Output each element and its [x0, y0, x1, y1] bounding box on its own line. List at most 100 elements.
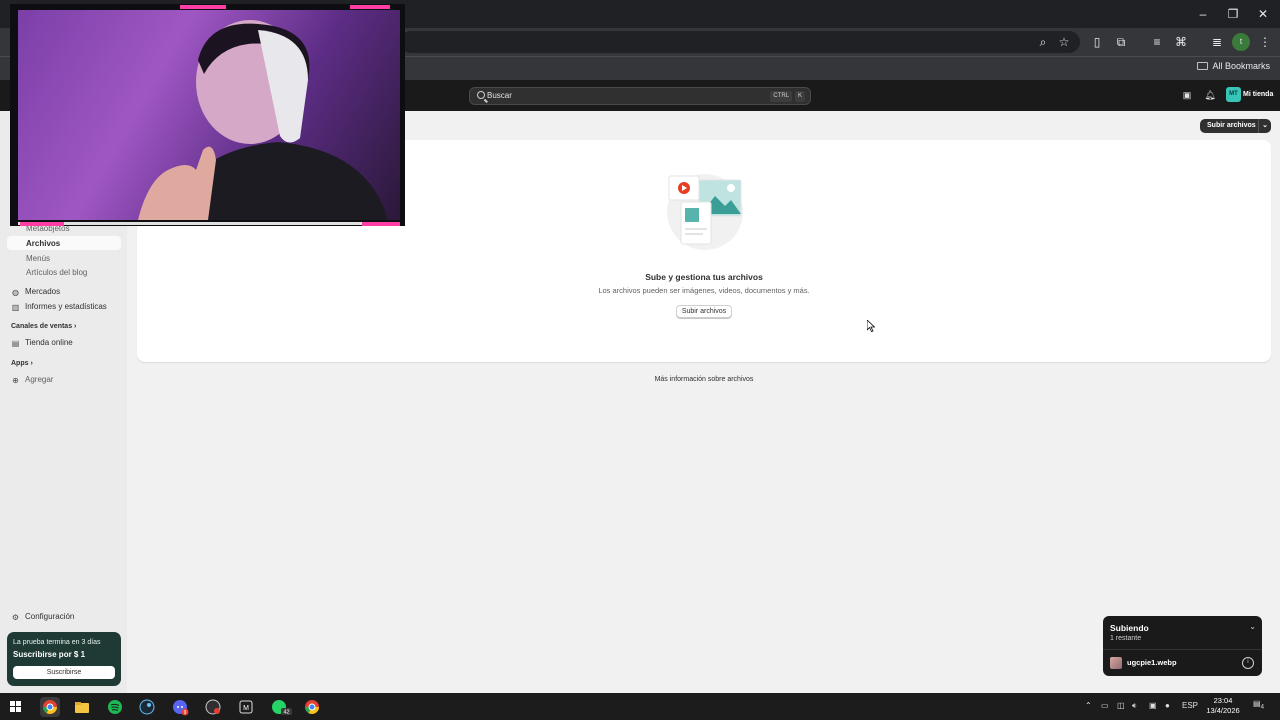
- folder-icon: [1197, 62, 1209, 70]
- show-hidden-icons-icon[interactable]: ⌃: [1085, 701, 1092, 710]
- translate-icon[interactable]: ⌘: [1172, 33, 1190, 51]
- globe-icon: ◍: [12, 288, 19, 297]
- file-explorer-taskbar-app[interactable]: [72, 697, 92, 717]
- apps-header[interactable]: Apps ›: [11, 360, 33, 367]
- search-input[interactable]: Buscar CTRL K: [469, 87, 811, 105]
- sales-channels-label: Canales de ventas: [11, 323, 73, 330]
- empty-state-upload-button[interactable]: Subir archivos: [676, 305, 732, 318]
- clock-time: 23:04: [1213, 696, 1233, 705]
- sidebar-item-add-app[interactable]: ⊕ Agregar: [11, 375, 53, 385]
- chevron-down-icon[interactable]: ⌄: [1249, 622, 1256, 631]
- webcam-video: [18, 10, 400, 220]
- chrome-profile-taskbar-app[interactable]: [302, 697, 322, 717]
- media-controls-icon[interactable]: ≣: [1208, 33, 1226, 51]
- store-name[interactable]: Mi tienda: [1243, 91, 1273, 98]
- webcam-accent: [350, 5, 390, 9]
- sidebar-item-settings[interactable]: ⚙ Configuración: [11, 612, 74, 622]
- notifications-icon[interactable]: ▤4: [1253, 699, 1264, 711]
- plus-circle-icon: ⊕: [12, 376, 19, 385]
- system-clock[interactable]: 23:04 13/4/2026: [1200, 696, 1246, 716]
- sidebar-item-archivos[interactable]: Archivos: [26, 239, 60, 248]
- gear-icon: ⚙: [11, 613, 20, 622]
- extensions-icon[interactable]: ⧉: [1112, 33, 1130, 51]
- chevron-down-icon[interactable]: ⌄: [1258, 119, 1271, 133]
- more-info-link[interactable]: Más información sobre archivos: [137, 376, 1271, 383]
- chevron-right-icon: ›: [30, 360, 33, 367]
- sidebar-item-blog-articles[interactable]: Artículos del blog: [26, 268, 87, 277]
- clock-date: 13/4/2026: [1206, 706, 1240, 715]
- steam-taskbar-app[interactable]: [137, 697, 157, 717]
- bell-icon[interactable]: 🔔︎: [1204, 89, 1216, 101]
- webcam-progress-bar: [18, 222, 400, 225]
- toast-title: Subiendo: [1110, 623, 1149, 633]
- chrome-icon: [43, 700, 57, 714]
- file-name: ugcpie1.webp: [1127, 658, 1177, 667]
- editor-app-icon: M: [239, 700, 253, 714]
- sidebar-item-online-store[interactable]: ▤ Tienda online: [11, 338, 73, 348]
- whatsapp-taskbar-app[interactable]: 42: [269, 697, 292, 717]
- discord-badge: 9: [184, 710, 187, 716]
- sidebar-item-label: Agregar: [25, 375, 54, 384]
- bar-chart-icon: ▥: [11, 303, 20, 312]
- whatsapp-badge: 42: [283, 710, 289, 716]
- address-bar[interactable]: [400, 31, 1080, 53]
- bookmark-star-icon[interactable]: ☆: [1055, 33, 1073, 51]
- close-window-button[interactable]: ✕: [1248, 4, 1278, 24]
- svg-text:M: M: [243, 705, 249, 712]
- toast-remaining: 1 restante: [1110, 635, 1142, 642]
- folder-icon: [75, 702, 89, 713]
- upload-files-label: Subir archivos: [1207, 122, 1256, 129]
- sidebar-item-label: Configuración: [25, 612, 75, 621]
- device-icon[interactable]: ▭: [1101, 701, 1109, 710]
- windows-start-icon[interactable]: [10, 701, 21, 712]
- capcut-taskbar-app[interactable]: M: [236, 697, 256, 717]
- spotify-icon: [108, 700, 122, 714]
- upload-file-row: ugcpie1.webp ⅰ: [1103, 649, 1262, 676]
- discord-taskbar-app[interactable]: 9: [170, 697, 190, 717]
- all-bookmarks-label: All Bookmarks: [1212, 61, 1270, 71]
- chrome-icon: [305, 700, 319, 714]
- trial-offer-text: Suscribirse por $ 1: [13, 650, 86, 659]
- steam-icon: [139, 699, 155, 715]
- whatsapp-icon: 42: [272, 700, 292, 716]
- obs-icon: [205, 699, 221, 715]
- inbox-icon[interactable]: ▣: [1181, 89, 1193, 101]
- browser-menu-icon[interactable]: ⋮: [1256, 33, 1274, 51]
- obs-taskbar-app[interactable]: [203, 697, 223, 717]
- sidebar-item-reports[interactable]: ▥ Informes y estadísticas: [11, 302, 107, 312]
- mouse-extension-icon[interactable]: ▯: [1088, 33, 1106, 51]
- active-nav-highlight: [7, 236, 121, 250]
- network-icon[interactable]: ◫: [1117, 701, 1125, 710]
- search-placeholder: Buscar: [487, 91, 512, 100]
- upload-files-button[interactable]: Subir archivos ⌄: [1200, 119, 1271, 133]
- discord-icon: 9: [173, 700, 189, 716]
- sidebar-item-label: Informes y estadísticas: [25, 302, 107, 311]
- microphone-icon[interactable]: ●: [1165, 701, 1170, 710]
- all-bookmarks-button[interactable]: All Bookmarks: [1197, 61, 1270, 71]
- chevron-right-icon: ›: [74, 323, 77, 330]
- volume-icon[interactable]: 🔉︎: [1132, 701, 1137, 711]
- file-thumbnail: [1110, 657, 1122, 669]
- streamer-silhouette: [138, 20, 388, 220]
- sidebar-item-menus[interactable]: Menús: [26, 254, 50, 263]
- minimize-window-button[interactable]: –: [1188, 4, 1218, 24]
- notifications-count: 4: [1260, 704, 1264, 711]
- spotify-taskbar-app[interactable]: [105, 697, 125, 717]
- trial-banner: La prueba termina en 3 días Suscribirse …: [7, 632, 121, 686]
- subscribe-button[interactable]: Suscribirse: [13, 666, 115, 679]
- sidebar-item-mercados[interactable]: ◍ Mercados: [11, 287, 60, 297]
- webcam-overlay: [10, 4, 405, 226]
- profile-avatar[interactable]: t: [1232, 33, 1250, 51]
- upload-progress-toast: Subiendo 1 restante ⌄ ugcpie1.webp ⅰ: [1103, 616, 1262, 676]
- language-indicator[interactable]: ESP: [1182, 701, 1198, 710]
- sidebar-item-label: Tienda online: [25, 338, 73, 347]
- zoom-icon[interactable]: ⌕: [1034, 33, 1052, 51]
- display-icon[interactable]: ▣: [1149, 701, 1157, 710]
- search-icon: [477, 91, 485, 99]
- sales-channels-header[interactable]: Canales de ventas ›: [11, 323, 76, 330]
- chrome-taskbar-app[interactable]: [40, 697, 60, 717]
- shortcut-k: K: [794, 91, 805, 102]
- vpn-extension-icon[interactable]: ≡: [1148, 33, 1166, 51]
- store-avatar[interactable]: MT: [1226, 87, 1241, 102]
- restore-window-button[interactable]: ❐: [1218, 4, 1248, 24]
